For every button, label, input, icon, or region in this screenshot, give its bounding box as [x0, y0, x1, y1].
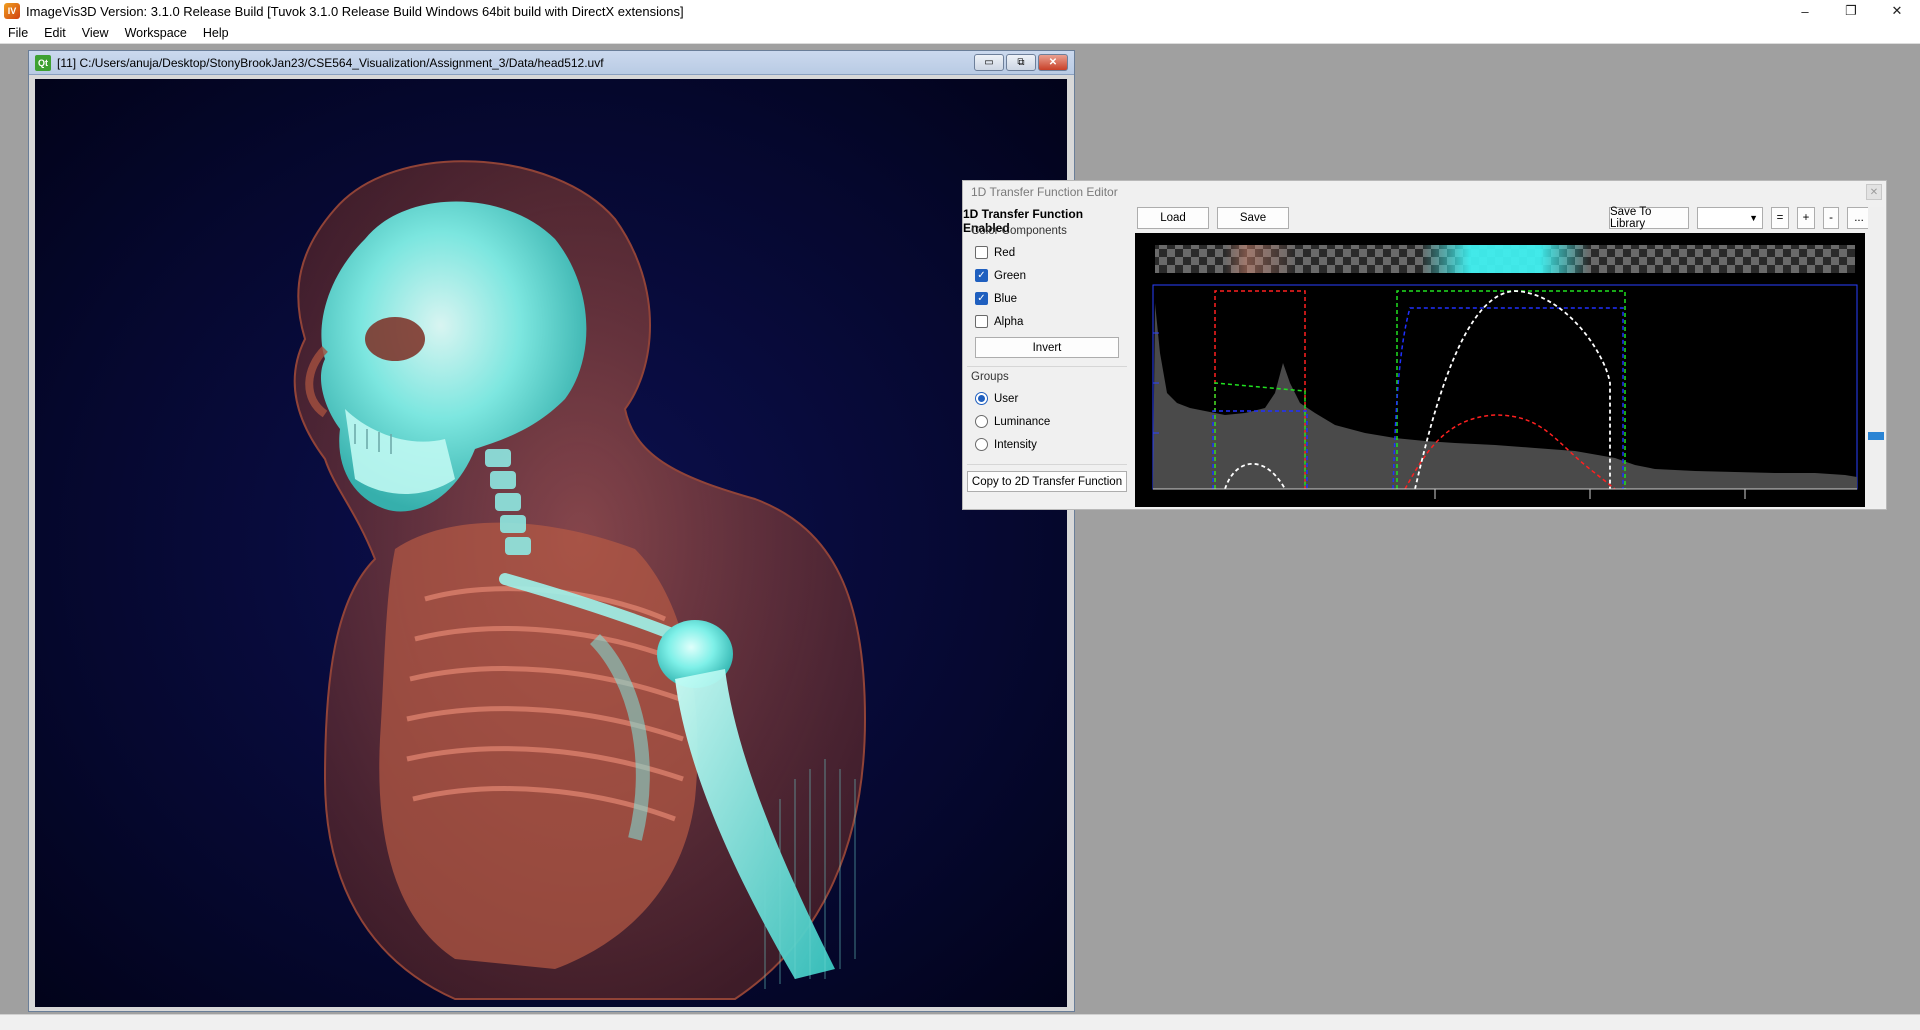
library-combo[interactable]: ▼ [1697, 207, 1763, 229]
window-controls: – ❐ ✕ [1782, 0, 1920, 22]
groups-title: Groups [971, 371, 1009, 383]
menu-file[interactable]: File [0, 26, 36, 40]
menu-bar: File Edit View Workspace Help [0, 22, 1920, 44]
app-title-bar: IV ImageVis3D Version: 3.1.0 Release Bui… [0, 0, 1920, 22]
checkbox-alpha[interactable]: Alpha [967, 310, 1127, 333]
chevron-down-icon: ▼ [1749, 213, 1758, 223]
plus-button[interactable]: + [1797, 207, 1815, 229]
render-window[interactable]: Qt [11] C:/Users/anuja/Desktop/StonyBroo… [28, 50, 1075, 1012]
radio-user[interactable]: User [967, 387, 1127, 410]
tf-editor-title: 1D Transfer Function Editor [971, 185, 1118, 199]
imagevis3d-icon: IV [4, 3, 20, 19]
render-window-title-bar[interactable]: Qt [11] C:/Users/anuja/Desktop/StonyBroo… [29, 51, 1074, 75]
mdi-restore-icon[interactable]: ⧉ [1006, 54, 1036, 71]
groups-group: Groups User Luminance Intensity [967, 371, 1127, 456]
tf-color-bar [1155, 245, 1855, 273]
load-button[interactable]: Load [1137, 207, 1209, 229]
mdi-close-icon[interactable]: ✕ [1038, 54, 1068, 71]
render-window-controls: ▭ ⧉ ✕ [974, 54, 1068, 71]
menu-workspace[interactable]: Workspace [117, 26, 195, 40]
red-label: Red [994, 246, 1016, 259]
intensity-radio-icon[interactable] [975, 438, 988, 451]
color-components-title: Color Components [971, 225, 1067, 237]
status-bar [0, 1014, 1920, 1030]
menu-help[interactable]: Help [195, 26, 237, 40]
user-label: User [994, 392, 1019, 405]
green-checkbox-icon[interactable]: ✓ [975, 269, 988, 282]
close-button[interactable]: ✕ [1874, 0, 1920, 22]
intensity-label: Intensity [994, 438, 1037, 451]
luminance-radio-icon[interactable] [975, 415, 988, 428]
blue-label: Blue [994, 292, 1018, 305]
tf-side-scrollbar[interactable] [1868, 207, 1884, 507]
tf-curve-canvas[interactable] [1135, 233, 1865, 507]
tf-editor-close-icon[interactable]: ✕ [1866, 184, 1882, 200]
divider [967, 464, 1127, 465]
tf-editor-title-bar[interactable]: 1D Transfer Function Editor ✕ [963, 181, 1886, 203]
divider [967, 366, 1127, 367]
render-window-title: [11] C:/Users/anuja/Desktop/StonyBrookJa… [57, 55, 604, 70]
volume-render-viewport[interactable] [35, 79, 1067, 1007]
menu-view[interactable]: View [74, 26, 117, 40]
radio-luminance[interactable]: Luminance [967, 410, 1127, 433]
save-to-library-button[interactable]: Save To Library [1609, 206, 1689, 230]
minus-button[interactable]: - [1823, 207, 1839, 229]
tf-histogram [1153, 303, 1857, 489]
equal-button[interactable]: = [1771, 207, 1789, 229]
mdi-minimize-icon[interactable]: ▭ [974, 54, 1004, 71]
tf-toolbar: Load Save Save To Library ▼ = + - ... [1135, 206, 1875, 231]
tf-scroll-thumb[interactable] [1868, 432, 1884, 440]
invert-button[interactable]: Invert [975, 337, 1119, 358]
menu-edit[interactable]: Edit [36, 26, 74, 40]
volume-rendering-image [293, 160, 867, 1000]
green-label: Green [994, 269, 1026, 282]
blue-checkbox-icon[interactable]: ✓ [975, 292, 988, 305]
tf-enabled-label: 1D Transfer Function Enabled [963, 207, 1084, 235]
alpha-checkbox-icon[interactable] [975, 315, 988, 328]
minimize-button[interactable]: – [1782, 0, 1828, 22]
red-checkbox-icon[interactable] [975, 246, 988, 259]
copy-to-2d-button[interactable]: Copy to 2D Transfer Function [967, 471, 1127, 492]
checkbox-red[interactable]: Red [967, 241, 1127, 264]
user-radio-icon[interactable] [975, 392, 988, 405]
app-title: ImageVis3D Version: 3.1.0 Release Build … [26, 3, 684, 19]
luminance-label: Luminance [994, 415, 1051, 428]
maximize-button[interactable]: ❐ [1828, 0, 1874, 22]
tf-left-panel: 1D Transfer Function Enabled Color Compo… [963, 207, 1131, 507]
color-components-group: Color Components Red ✓ Green ✓ Blue Alph… [967, 225, 1127, 358]
checkbox-blue[interactable]: ✓ Blue [967, 287, 1127, 310]
radio-intensity[interactable]: Intensity [967, 433, 1127, 456]
tf-editor-panel: 1D Transfer Function Editor ✕ 1D Transfe… [962, 180, 1887, 510]
alpha-label: Alpha [994, 315, 1024, 328]
save-button[interactable]: Save [1217, 207, 1289, 229]
checkbox-green[interactable]: ✓ Green [967, 264, 1127, 287]
qt-icon: Qt [35, 54, 51, 71]
